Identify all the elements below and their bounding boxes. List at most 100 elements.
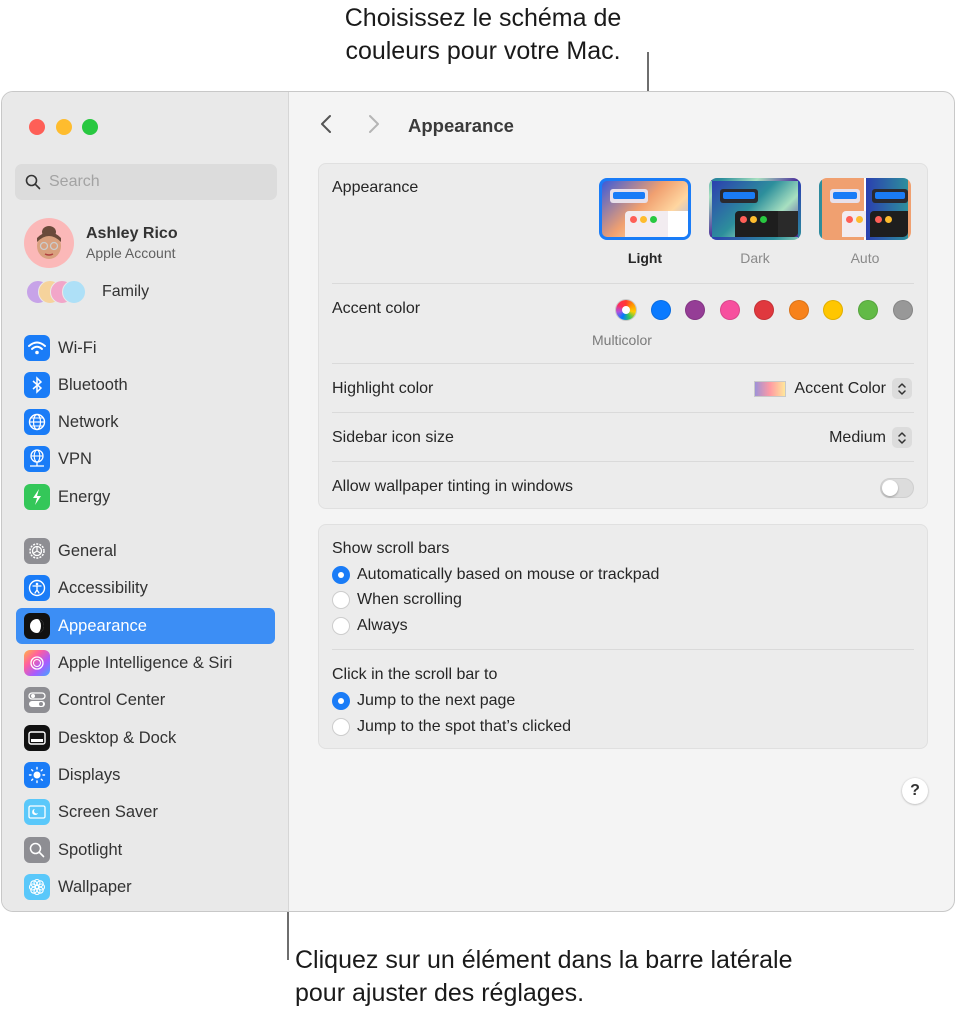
theme-light-option[interactable]: Light [599, 178, 691, 266]
accent-color-label: Accent color [332, 300, 421, 317]
dock-icon [24, 725, 50, 751]
radio-scroll-automatic[interactable]: Automatically based on mouse or trackpad [332, 566, 659, 584]
nav-label: Displays [58, 765, 121, 784]
nav-label: Energy [58, 487, 111, 506]
nav-label: Network [58, 412, 119, 431]
sidebar-item-apple-intelligence-siri[interactable]: Apple Intelligence & Siri [16, 645, 275, 681]
memoji-icon [37, 226, 61, 259]
up-down-chevron-icon [892, 378, 912, 399]
accent-multicolor-swatch[interactable] [616, 300, 636, 320]
nav-label: Control Center [58, 690, 166, 709]
divider [332, 649, 914, 650]
theme-light-label: Light [627, 250, 663, 266]
scroll-bar-settings-group: Show scroll bars Automatically based on … [318, 524, 928, 749]
wallpaper-tinting-toggle[interactable] [880, 478, 914, 498]
avatar [24, 218, 74, 268]
highlight-color-label: Highlight color [332, 380, 434, 397]
apple-account[interactable]: Ashley Rico Apple Account [24, 218, 178, 268]
sidebar-item-wallpaper[interactable]: Wallpaper [16, 869, 275, 905]
nav-label: Desktop & Dock [58, 728, 177, 747]
sidebar-item-control-center[interactable]: Control Center [16, 682, 275, 718]
divider [332, 363, 914, 364]
search-input[interactable] [49, 173, 249, 191]
lightning-icon [24, 484, 50, 510]
sidebar-item-appearance[interactable]: Appearance [16, 608, 275, 644]
globe-icon [24, 409, 50, 435]
sidebar-item-vpn[interactable]: VPN [16, 441, 275, 477]
sidebar-icon-size-label: Sidebar icon size [332, 429, 454, 446]
toggle-knob [882, 480, 898, 496]
wallpaper-tinting-label: Allow wallpaper tinting in windows [332, 478, 574, 495]
theme-auto-label: Auto [850, 250, 880, 266]
sidebar-item-family[interactable]: Family [26, 280, 149, 304]
sidebar-item-screen-saver[interactable]: Screen Saver [16, 794, 275, 830]
accent-graphite-swatch[interactable] [893, 300, 913, 320]
accent-yellow-swatch[interactable] [823, 300, 843, 320]
callout-color-scheme: Choisissez le schéma de couleurs pour vo… [344, 4, 622, 65]
radio-button[interactable] [332, 591, 350, 609]
nav-label: Wi-Fi [58, 338, 97, 357]
bluetooth-icon [24, 372, 50, 398]
theme-dark-thumbnail [709, 178, 801, 240]
zoom-window-button[interactable] [82, 119, 98, 135]
sidebar-item-desktop-dock[interactable]: Desktop & Dock [16, 720, 275, 756]
accent-blue-swatch[interactable] [651, 300, 671, 320]
theme-dark-option[interactable]: Dark [709, 178, 801, 266]
back-button[interactable] [320, 114, 332, 140]
callout-sidebar: Cliquez sur un élément dans la barre lat… [295, 946, 793, 1007]
main-pane: Appearance Appearance Light Dark Auto Ac… [290, 92, 954, 911]
close-window-button[interactable] [29, 119, 45, 135]
sidebar-icon-size-popup[interactable]: Medium [829, 427, 912, 448]
sidebar-item-bluetooth[interactable]: Bluetooth [16, 367, 275, 403]
accent-pink-swatch[interactable] [720, 300, 740, 320]
settings-window: Ashley Rico Apple Account Family Wi-Fi B… [1, 91, 955, 912]
nav-label: General [58, 541, 117, 560]
family-avatar [62, 280, 86, 304]
radio-jump-next-page[interactable]: Jump to the next page [332, 692, 515, 710]
accent-purple-swatch[interactable] [685, 300, 705, 320]
sidebar-item-displays[interactable]: Displays [16, 757, 275, 793]
sidebar-item-wifi[interactable]: Wi-Fi [16, 330, 275, 366]
divider [332, 283, 914, 284]
radio-button[interactable] [332, 617, 350, 635]
sidebar-item-accessibility[interactable]: Accessibility [16, 570, 275, 606]
radio-scroll-always[interactable]: Always [332, 617, 408, 635]
gear-icon [24, 538, 50, 564]
sidebar: Ashley Rico Apple Account Family Wi-Fi B… [2, 92, 289, 911]
nav-label: Appearance [58, 616, 147, 635]
nav-label: Spotlight [58, 840, 123, 859]
radio-label: Jump to the next page [357, 692, 516, 709]
search-field[interactable] [15, 164, 277, 200]
nav-label: VPN [58, 449, 92, 468]
magnifier-icon [24, 837, 50, 863]
forward-button[interactable] [368, 114, 380, 140]
help-button[interactable]: ? [902, 778, 928, 804]
appearance-icon [24, 613, 50, 639]
radio-button[interactable] [332, 566, 350, 584]
accent-green-swatch[interactable] [858, 300, 878, 320]
highlight-color-popup[interactable]: Accent Color [754, 378, 912, 399]
accent-red-swatch[interactable] [754, 300, 774, 320]
radio-scroll-when-scrolling[interactable]: When scrolling [332, 591, 462, 609]
radio-label: Jump to the spot that’s clicked [357, 718, 572, 735]
sidebar-item-spotlight[interactable]: Spotlight [16, 832, 275, 868]
sidebar-item-general[interactable]: General [16, 533, 275, 569]
up-down-chevron-icon [892, 427, 912, 448]
radio-button[interactable] [332, 692, 350, 710]
theme-dark-label: Dark [740, 250, 770, 266]
appearance-label: Appearance [332, 179, 419, 196]
theme-auto-option[interactable]: Auto [819, 178, 911, 266]
radio-label: Always [357, 617, 408, 634]
theme-auto-thumbnail [819, 178, 911, 240]
nav-label: Screen Saver [58, 802, 158, 821]
accent-orange-swatch[interactable] [789, 300, 809, 320]
nav-label: Apple Intelligence & Siri [58, 653, 233, 672]
page-title: Appearance [408, 115, 514, 136]
radio-jump-spot-clicked[interactable]: Jump to the spot that’s clicked [332, 718, 571, 736]
toggles-icon [24, 687, 50, 713]
sidebar-item-network[interactable]: Network [16, 404, 275, 440]
family-label: Family [102, 283, 150, 300]
minimize-window-button[interactable] [56, 119, 72, 135]
radio-button[interactable] [332, 718, 350, 736]
sidebar-item-energy[interactable]: Energy [16, 479, 275, 515]
